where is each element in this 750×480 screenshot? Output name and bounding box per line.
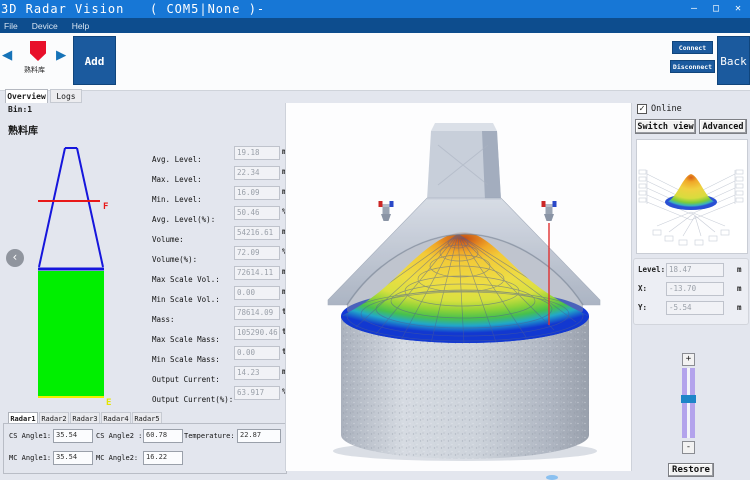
- silo-3d-render: [286, 103, 631, 469]
- field-value: 54216.61: [234, 226, 280, 240]
- radar-device-left: [379, 201, 394, 221]
- maximize-button[interactable]: □: [708, 1, 724, 16]
- field-label: Output Current:: [152, 375, 220, 384]
- empty-mark-label: E: [106, 398, 111, 406]
- field-value: 63.917: [234, 386, 280, 400]
- silo-3d-view[interactable]: [285, 103, 632, 471]
- back-button[interactable]: Back: [717, 36, 750, 85]
- switch-view-button[interactable]: Switch view: [635, 119, 696, 134]
- fill-level-area: [38, 271, 104, 396]
- surface-preview-panel[interactable]: [636, 139, 748, 254]
- mc-angle2-field[interactable]: 16.22: [143, 451, 183, 465]
- surface-preview-plot: [637, 140, 745, 251]
- collapse-panel-button[interactable]: ‹: [6, 249, 24, 267]
- field-label: Max. Level:: [152, 175, 202, 184]
- level-label: Level:: [638, 265, 665, 274]
- online-label: Online: [651, 104, 682, 114]
- advanced-button[interactable]: Advanced: [699, 119, 747, 134]
- mc-angle1-label: MC Angle1:: [9, 454, 51, 462]
- connection-status: ( COM5|None )-: [150, 2, 265, 16]
- restore-button[interactable]: Restore: [668, 463, 714, 477]
- x-value: -13.70: [666, 282, 724, 296]
- title-bar: 3D Radar Vision ( COM5|None )- – □ ✕: [0, 0, 750, 18]
- field-value: 19.18: [234, 146, 280, 160]
- silo-level-diagram: F E: [14, 142, 124, 406]
- next-bin-arrow-icon[interactable]: ▶: [56, 45, 66, 65]
- y-value: -5.54: [666, 301, 724, 315]
- zoom-slider-handle[interactable]: [681, 395, 696, 403]
- cs-angle2-field[interactable]: 60.78: [143, 429, 183, 443]
- field-label: Output Current(%):: [152, 395, 233, 404]
- field-label: Volume:: [152, 235, 184, 244]
- field-value: 78614.09: [234, 306, 280, 320]
- menu-bar: File Device Help: [0, 18, 750, 33]
- y-unit: m: [737, 303, 742, 312]
- field-value: 105290.46: [234, 326, 280, 340]
- field-value: 0.00: [234, 346, 280, 360]
- menu-help[interactable]: Help: [72, 21, 89, 31]
- field-label: Avg. Level:: [152, 155, 202, 164]
- full-mark-label: F: [103, 202, 108, 212]
- prev-bin-arrow-icon[interactable]: ◀: [2, 45, 12, 65]
- mc-angle1-field[interactable]: 35.54: [53, 451, 93, 465]
- tab-overview[interactable]: Overview: [5, 89, 48, 103]
- disconnect-button[interactable]: Disconnect: [670, 60, 715, 73]
- field-label: Mass:: [152, 315, 175, 324]
- radar-device-right: [542, 201, 557, 221]
- field-value: 72614.11: [234, 266, 280, 280]
- field-label: Max Scale Vol.:: [152, 275, 220, 284]
- field-label: Min Scale Vol.:: [152, 295, 220, 304]
- bin-id-label: Bin:1: [8, 105, 32, 114]
- tab-logs[interactable]: Logs: [50, 89, 82, 103]
- menu-file[interactable]: File: [4, 21, 18, 31]
- menu-device[interactable]: Device: [32, 21, 58, 31]
- page-indicator-dot: [546, 475, 558, 480]
- x-unit: m: [737, 284, 742, 293]
- mc-angle2-label: MC Angle2:: [96, 454, 138, 462]
- silo-cone-outline: [39, 148, 103, 267]
- field-value: 50.46: [234, 206, 280, 220]
- close-button[interactable]: ✕: [730, 1, 746, 16]
- level-unit: m: [737, 265, 742, 274]
- y-label: Y:: [638, 303, 647, 312]
- bin-tab-label[interactable]: 熟料库: [24, 65, 45, 75]
- field-label: Max Scale Mass:: [152, 335, 220, 344]
- cs-angle2-label: CS Angle2 :: [96, 432, 142, 440]
- cs-angle1-label: CS Angle1:: [9, 432, 51, 440]
- field-label: Volume(%):: [152, 255, 197, 264]
- zoom-in-button[interactable]: +: [682, 353, 695, 366]
- app-window: 3D Radar Vision ( COM5|None )- – □ ✕ Fil…: [0, 0, 750, 480]
- preview-mound: [667, 174, 715, 209]
- temperature-label: Temperature:: [184, 432, 235, 440]
- field-label: Avg. Level(%):: [152, 215, 215, 224]
- silo-tower-top: [431, 123, 497, 131]
- field-value: 16.09: [234, 186, 280, 200]
- bin-tab-icon[interactable]: [30, 41, 46, 61]
- level-value: 18.47: [666, 263, 724, 277]
- silo-tower-shade: [482, 131, 501, 200]
- temperature-field[interactable]: 22.87: [237, 429, 281, 443]
- minimize-button[interactable]: –: [686, 1, 702, 16]
- field-value: 22.34: [234, 166, 280, 180]
- bin-name-label: 熟料库: [8, 122, 38, 137]
- field-value: 72.09: [234, 246, 280, 260]
- field-value: 0.00: [234, 286, 280, 300]
- field-label: Min. Level:: [152, 195, 202, 204]
- toolbar: ◀ 熟料库 ▶ Add Connect Disconnect Back: [0, 33, 750, 91]
- field-label: Min Scale Mass:: [152, 355, 220, 364]
- zoom-slider-track[interactable]: [682, 368, 695, 438]
- add-bin-button[interactable]: Add: [73, 36, 116, 85]
- connect-button[interactable]: Connect: [672, 41, 713, 54]
- window-title: 3D Radar Vision: [1, 2, 124, 16]
- online-checkbox[interactable]: ✓: [637, 104, 647, 114]
- cs-angle1-field[interactable]: 35.54: [53, 429, 93, 443]
- zoom-out-button[interactable]: -: [682, 441, 695, 454]
- x-label: X:: [638, 284, 647, 293]
- field-value: 14.23: [234, 366, 280, 380]
